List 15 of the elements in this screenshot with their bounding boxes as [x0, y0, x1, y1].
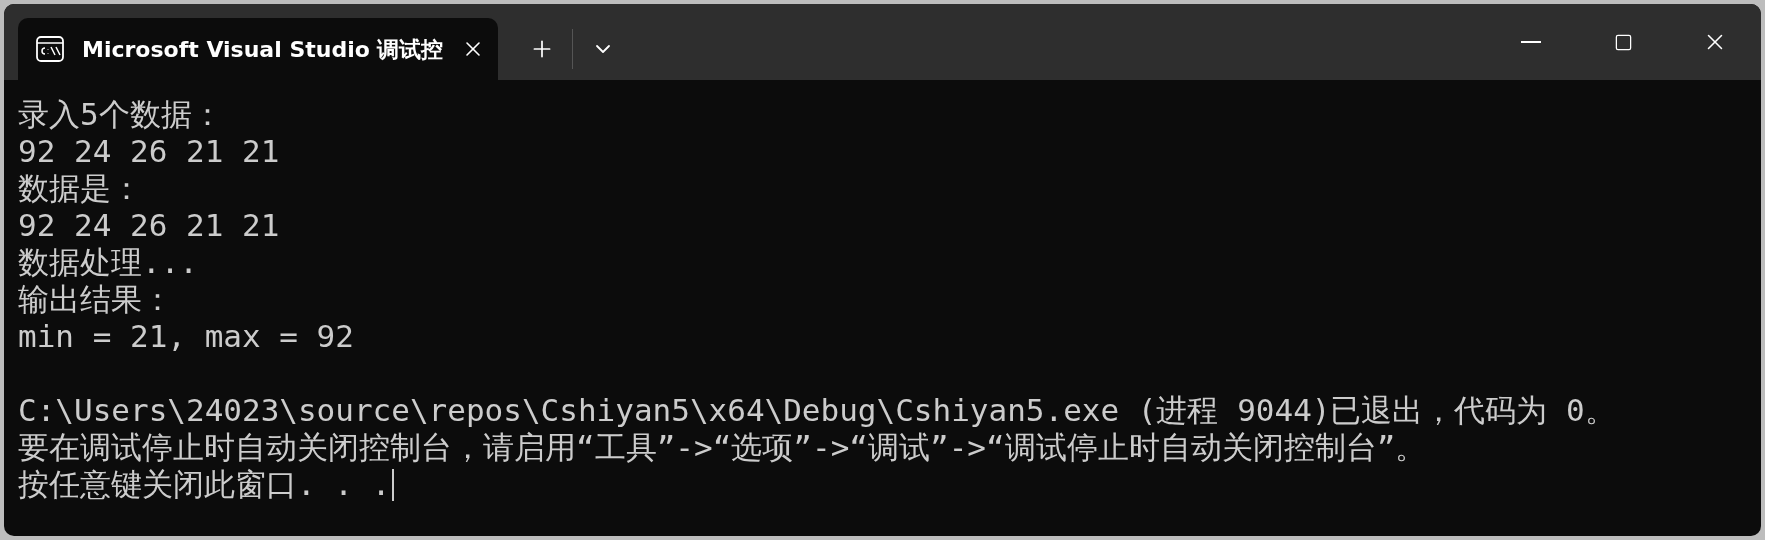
- console-line: 要在调试停止时自动关闭控制台，请启用“工具”->“选项”->“调试”->“调试停止时自动关闭控制台”。: [18, 429, 1427, 466]
- console-line: 92 24 26 21 21: [18, 207, 280, 244]
- tab-title: Microsoft Visual Studio 调试控: [82, 35, 444, 64]
- console-icon: [36, 36, 64, 62]
- maximize-icon: [1613, 32, 1633, 52]
- console-line: 数据是：: [18, 170, 142, 207]
- console-line: 录入5个数据：: [18, 96, 223, 133]
- minimize-icon: [1521, 41, 1541, 43]
- console-line: 数据处理...: [18, 244, 198, 281]
- console-line: C:\Users\24023\source\repos\Cshiyan5\x64\Debug\Cshiyan5.exe (进程 9044)已退出，代码为 0。: [18, 392, 1616, 429]
- console-line: min = 21, max = 92: [18, 318, 354, 355]
- console-line: 按任意键关闭此窗口. . .: [18, 466, 391, 503]
- console-line: 92 24 26 21 21: [18, 133, 280, 170]
- terminal-tab[interactable]: Microsoft Visual Studio 调试控: [18, 18, 498, 80]
- console-line: 输出结果：: [18, 281, 173, 318]
